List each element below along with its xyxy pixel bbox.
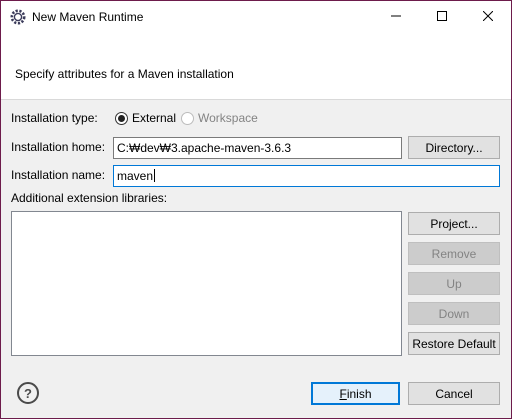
dialog-description: Specify attributes for a Maven installat… (15, 67, 234, 81)
new-maven-runtime-dialog: New Maven Runtime Specify attributes for… (0, 0, 512, 419)
installation-name-field[interactable]: maven (113, 165, 500, 187)
remove-button[interactable]: Remove (408, 242, 500, 265)
window-title: New Maven Runtime (32, 10, 144, 24)
down-button[interactable]: Down (408, 302, 500, 325)
maximize-button[interactable] (419, 1, 465, 32)
minimize-button[interactable] (373, 1, 419, 32)
up-button[interactable]: Up (408, 272, 500, 295)
maximize-icon (437, 10, 447, 24)
cancel-button[interactable]: Cancel (408, 382, 500, 405)
installation-name-value: maven (117, 169, 154, 183)
finish-button[interactable]: Finish (311, 382, 400, 405)
installation-home-field[interactable]: C:₩dev₩3.apache-maven-3.6.3 (113, 137, 402, 159)
gear-icon (10, 9, 26, 25)
installation-home-label: Installation home: (11, 140, 106, 154)
installation-name-label: Installation name: (11, 168, 106, 182)
text-caret (154, 169, 156, 182)
close-button[interactable] (465, 1, 511, 32)
external-radio-label[interactable]: External (132, 111, 176, 125)
extension-libraries-list[interactable] (11, 211, 402, 356)
workspace-radio[interactable] (181, 112, 194, 125)
finish-label-rest: inish (346, 386, 372, 401)
workspace-radio-label[interactable]: Workspace (198, 111, 258, 125)
project-button[interactable]: Project... (408, 212, 500, 235)
restore-default-button[interactable]: Restore Default (408, 332, 500, 355)
dialog-banner: Specify attributes for a Maven installat… (1, 32, 511, 100)
title-bar[interactable]: New Maven Runtime (1, 1, 511, 32)
minimize-icon (391, 10, 401, 24)
external-radio[interactable] (115, 112, 128, 125)
installation-type-label: Installation type: (11, 111, 98, 125)
directory-button[interactable]: Directory... (408, 136, 500, 159)
extensions-label: Additional extension libraries: (11, 191, 168, 205)
help-icon[interactable]: ? (17, 382, 39, 404)
close-icon (482, 10, 494, 24)
finish-mnemonic: F (339, 386, 347, 401)
